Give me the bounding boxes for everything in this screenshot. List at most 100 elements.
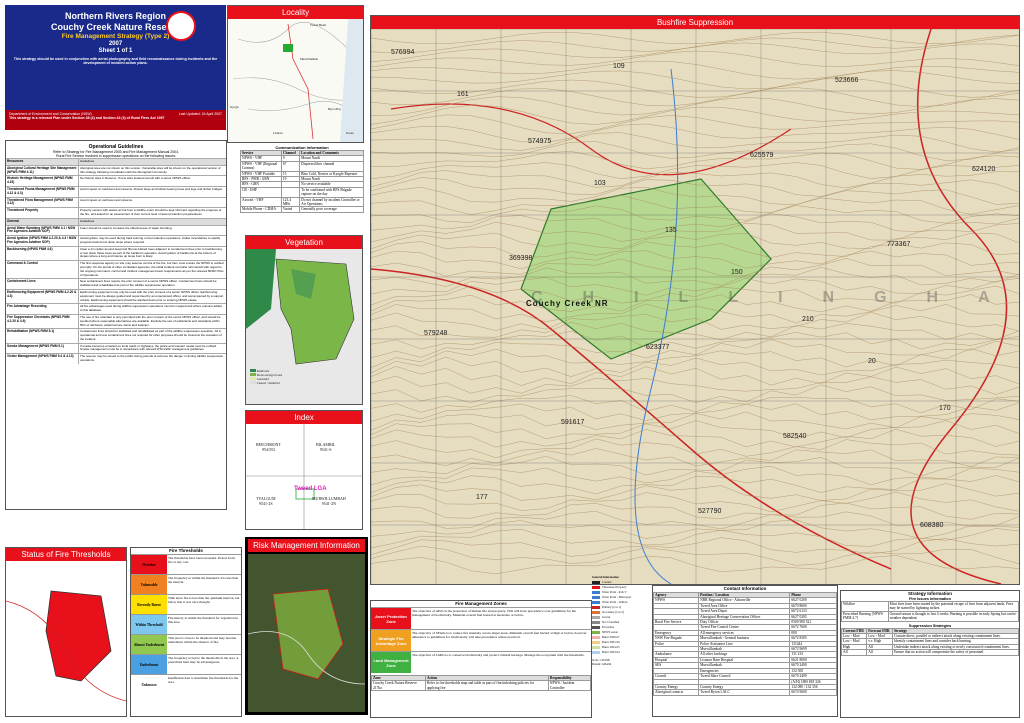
- table-cell: All: [840, 649, 868, 656]
- zone-rows: Asset Protection Zone The objective of AP…: [371, 607, 591, 673]
- legend-label: Water Point - R & V: [602, 590, 627, 594]
- table-cell: Varied: [280, 206, 301, 213]
- vegetation-heading: Vegetation: [246, 236, 362, 249]
- legend-item: Not Classified: [592, 620, 648, 624]
- legend-item: Counter: [592, 580, 648, 584]
- legend-item: Water Point - Vehicle: [592, 600, 648, 604]
- sheet-code: 9541-2S: [259, 501, 273, 506]
- resource-label: Earthmoving Equipment (NPWS FMM 4.2.20 &…: [7, 289, 77, 298]
- threshold-row: Unknown Insufficient data to determine fi…: [131, 674, 241, 694]
- ops-header-row: Resources Guidelines: [6, 158, 226, 165]
- resource-label: Threatened Flora Management (NPWS FMM 4.…: [7, 197, 73, 206]
- bushfire-map: CHILLINGHAM Couchy Creek NR 576994574975…: [371, 28, 1019, 584]
- legend-heading: General Information: [592, 575, 619, 579]
- legend-item: Primary (Cat 1): [592, 605, 648, 609]
- table-row: Aircraft - VHF 123.4 MHz Do not channel by…: [240, 196, 364, 208]
- legend-swatch: [592, 650, 600, 654]
- legend-label: Secondary (Cat 2): [602, 610, 624, 614]
- table-cell: Mobile Phone - CDMA: [240, 206, 282, 213]
- table-cell: Tweed Byron LALC: [698, 689, 791, 696]
- ops-row: Threatened Property Property owners with …: [6, 207, 226, 218]
- spot-height-label: 591617: [561, 419, 585, 426]
- operational-guidelines-panel: Operational Guidelines Refer to Strategy…: [5, 140, 227, 510]
- spot-height-label: 135: [665, 227, 677, 234]
- resource-label: Fire Suppression Chemicals (NPWS FMM 4.2…: [7, 314, 70, 323]
- threshold-label: Recently Burnt: [131, 595, 167, 614]
- town-label: Ocean: [346, 131, 354, 135]
- last-updated-label: Last Updated:: [178, 112, 201, 116]
- table-cell: Prescribed Burning (NPWS FMM 4.7): [841, 610, 889, 622]
- resource-label: Command & Control: [7, 261, 38, 266]
- zone-text: The objective of APZs is the protection …: [412, 609, 576, 618]
- legend-label: Counter: [602, 580, 612, 584]
- spot-height-label: 582540: [783, 433, 807, 440]
- index-sheet: MURWILLUMBAH 9541-2N: [312, 496, 346, 506]
- legend-label: Water Point - Vehicle: [602, 600, 628, 604]
- town-label: Lismore: [273, 131, 283, 135]
- guideline-text: The first-response agency on site may as…: [78, 261, 226, 279]
- spot-height-label: 625579: [750, 152, 774, 159]
- table-cell: Contain direct, parallel or indirect att…: [892, 632, 1019, 640]
- legend-label: Gravel: [602, 615, 611, 619]
- table-row: Mobile Phone - CDMA Varied Generally poor …: [240, 206, 364, 213]
- guideline-text: Containment lines should be stabilised a…: [78, 329, 226, 343]
- usage-note: This strategy should be used in conjunct…: [13, 57, 218, 65]
- resource-label: General: [7, 218, 19, 223]
- vegetation-legend: Rainforest Moist eucalypt forest Grassla…: [250, 369, 282, 385]
- sheet-code: 9541N3: [262, 447, 275, 452]
- town-label: Byron Bay: [328, 107, 342, 111]
- resource-label: Aboriginal Cultural Heritage Site Manage…: [7, 165, 77, 174]
- threshold-label: Underburnt: [131, 655, 167, 674]
- table-row: NPWS - VHF Portable 15 Blue Cold, Nerrise …: [240, 170, 364, 178]
- threshold-text: The thresholds have been exceeded. Prote…: [168, 556, 235, 564]
- table-cell: All: [866, 649, 894, 656]
- resource-label: Threatened Fauna Management (NPWS FMM 4.…: [7, 186, 75, 195]
- zone-row: Asset Protection Zone The objective of AP…: [371, 607, 591, 629]
- legend-item: Burnt 2006-07: [592, 635, 648, 639]
- resource-label: Rehabilitation (NPWS FMM 5.1): [7, 329, 55, 334]
- strategy-issues-table: Wildfire Most fires have been started by …: [841, 601, 1020, 622]
- guideline-text: Foam should be used to increase the effe…: [78, 225, 226, 236]
- legend-item: Threatened Property: [592, 585, 648, 589]
- risk-management-panel: Risk Management Information: [245, 537, 368, 715]
- threshold-text: Insufficient data to determine fire thre…: [168, 676, 239, 684]
- index-sheet: BILAMBIL 9541-S: [316, 442, 335, 452]
- ops-rows: Aboriginal Cultural Heritage Site Manage…: [6, 164, 226, 364]
- resource-label: Visitor Management (NPWS FMM 5.4 & 4.13): [7, 354, 74, 359]
- legend-swatch: [592, 625, 600, 629]
- threshold-text: Fire history is within the threshold for…: [168, 616, 239, 624]
- resource-label: Smoke Management (NPWS FMM 5.1): [7, 343, 64, 348]
- ops-row: Threatened Fauna Management (NPWS FMM 4.…: [6, 185, 226, 197]
- ops-row: Command & Control The first-response agen…: [6, 260, 226, 279]
- table-cell: Most fires have been started by the pote…: [887, 601, 1020, 612]
- resource-label: Threatened Property: [7, 208, 39, 213]
- zone-cell: Couchy Creek Nature Reserve 217ha: [371, 680, 426, 692]
- index-panel: Index BEECHMONT 9541N3 BILAMBIL 9541-S TYA…: [245, 410, 363, 530]
- comm-table: Service Channel Location and Comments NPWS …: [240, 149, 364, 213]
- guideline-text: No historic sites in Reserve. If new sit…: [78, 176, 226, 186]
- table-cell: Aircraft - VHF: [240, 196, 282, 208]
- strategy-panel: Strategy Information Fire Issues Informa…: [840, 590, 1020, 718]
- table-cell: Ensure that no action will compromise th…: [892, 649, 1019, 656]
- spot-height-label: 579248: [424, 330, 448, 337]
- town-label: Murwillumbah: [300, 57, 318, 61]
- spot-height-label: 103: [594, 180, 606, 187]
- fire-management-zones-panel: Fire Management Zones Asset Protection Z…: [370, 600, 592, 718]
- table-cell: 67: [280, 160, 301, 172]
- legend-item: Powerline: [592, 625, 648, 629]
- risk-heading: Risk Management Information: [248, 539, 365, 552]
- zone-text: The objective of SFAZs is to reduce fire…: [412, 631, 587, 640]
- reserve-label: Couchy Creek NR: [526, 299, 609, 308]
- threshold-text: This area is close to be threshold and m…: [168, 636, 237, 644]
- vegetation-panel: Vegetation Rainforest Moist eucalypt for…: [245, 235, 363, 405]
- resource-label: Aerial Water Bombing (NPWS FMM 4.1 / NSW…: [7, 225, 76, 234]
- table-row: Prescribed Burning (NPWS FMM 4.7) Ground …: [841, 610, 1020, 622]
- threshold-label: Unknown: [131, 675, 167, 694]
- threshold-row: Almost Underburnt This area is close to b…: [131, 634, 241, 654]
- table-cell: Dispersed thro channel: [299, 160, 364, 172]
- table-cell: 123.4 MHz: [280, 196, 301, 208]
- status-map: [5, 561, 127, 716]
- spot-height-label: 523666: [835, 77, 859, 84]
- threshold-text: The frequency is below the thresholds in…: [168, 656, 239, 664]
- ops-row: Rehabilitation (NPWS FMM 5.1) Containment…: [6, 328, 226, 343]
